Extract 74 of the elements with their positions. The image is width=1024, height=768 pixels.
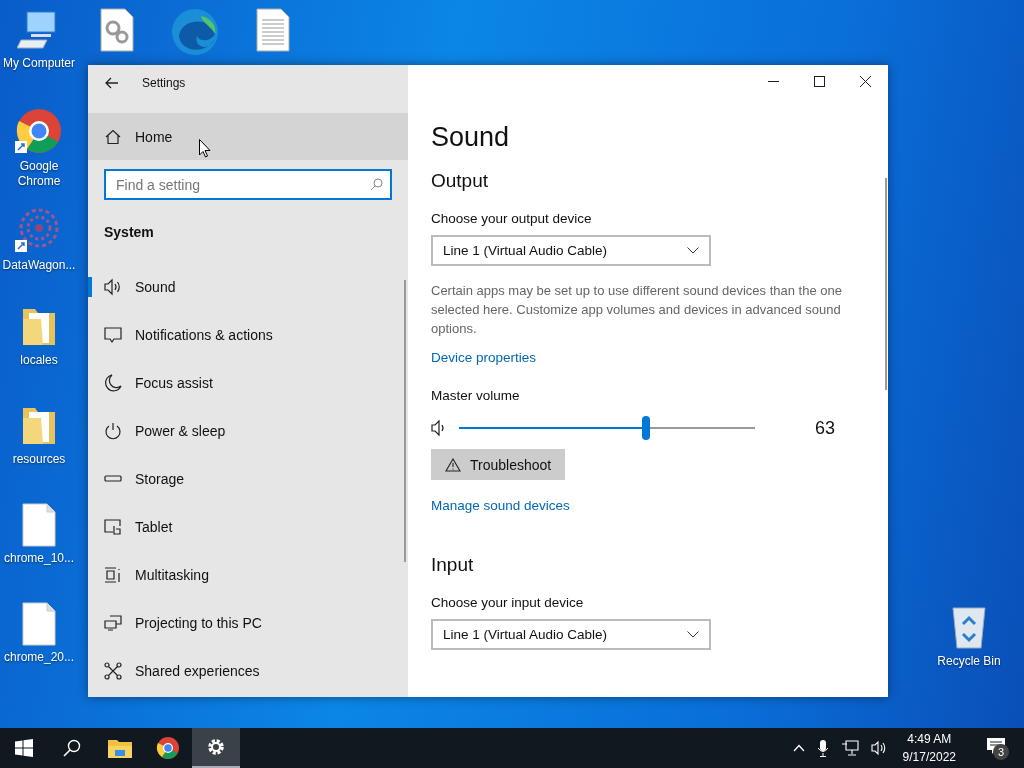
sidebar-item[interactable]: Shared experiences xyxy=(88,647,408,695)
desktop-icon-label[interactable]: Google Chrome xyxy=(0,159,78,189)
section-heading: System xyxy=(103,224,155,240)
monitors-icon xyxy=(104,614,122,632)
desktop-icon-label[interactable]: DataWagon... xyxy=(0,258,78,273)
gear-file-icon[interactable] xyxy=(99,8,135,52)
network-nodes-icon xyxy=(104,662,122,680)
field-label: Choose your input device xyxy=(431,595,584,610)
output-device-dropdown[interactable]: Line 1 (Virtual Audio Cable) xyxy=(431,235,711,266)
field-label: Choose your output device xyxy=(431,211,592,226)
slider-thumb[interactable] xyxy=(642,416,650,440)
folder-icon xyxy=(108,738,132,758)
sidebar-item[interactable]: Power & sleep xyxy=(88,407,408,455)
windows-logo-icon xyxy=(15,739,33,757)
sidebar-item[interactable]: Storage xyxy=(88,455,408,503)
maximize-icon xyxy=(813,75,825,87)
browser-icon[interactable] xyxy=(171,8,219,56)
sidebar-item[interactable]: Sound xyxy=(88,263,408,311)
gear-icon xyxy=(206,737,226,757)
desktop-icon-label[interactable]: resources xyxy=(0,452,78,467)
section-heading: Input xyxy=(431,553,474,577)
volume-value: 63 xyxy=(815,417,836,439)
home-nav-item[interactable]: Home xyxy=(88,113,408,160)
description-text: Certain apps may be set up to use different sound devices than the one selected here. Customize app volumes and devices in advanced sound options. xyxy=(431,282,843,338)
desktop-icon-label[interactable]: locales xyxy=(0,353,78,368)
multitasking-icon xyxy=(104,566,122,584)
device-properties-link[interactable]: Device properties xyxy=(431,350,537,365)
chevron-up-icon[interactable] xyxy=(792,744,805,752)
chrome-icon[interactable] xyxy=(15,107,63,155)
settings-taskbar-button[interactable] xyxy=(192,728,240,768)
sidebar-item[interactable]: Multitasking xyxy=(88,551,408,599)
window-title: Settings xyxy=(142,75,186,90)
field-label: Master volume xyxy=(431,388,520,403)
close-icon xyxy=(859,75,871,87)
page-title: Sound xyxy=(431,121,510,153)
volume-slider[interactable] xyxy=(457,416,757,440)
speaker-icon xyxy=(104,278,122,296)
desktop-icon-label[interactable]: chrome_20... xyxy=(0,650,78,665)
chevron-icon xyxy=(687,247,699,254)
sidebar-item[interactable]: Notifications & actions xyxy=(88,311,408,359)
network-icon[interactable] xyxy=(840,740,859,756)
desktop-icon-label[interactable]: chrome_10... xyxy=(0,551,78,566)
speech-bubble-icon xyxy=(104,326,122,344)
sidebar-item[interactable]: Focus assist xyxy=(88,359,408,407)
clock-time: 4:49 AM xyxy=(907,731,952,748)
recycle-bin-icon[interactable] xyxy=(949,604,989,650)
input-device-dropdown[interactable]: Line 1 (Virtual Audio Cable) xyxy=(431,619,711,650)
desktop-icon-label[interactable]: Recycle Bin xyxy=(930,654,1008,669)
home-icon xyxy=(105,128,121,145)
search-icon xyxy=(63,739,81,757)
clock[interactable]: 4:49 AM 9/17/2022 xyxy=(902,730,956,766)
notification-count-badge: 3 xyxy=(993,744,1009,760)
microphone-icon[interactable] xyxy=(816,739,829,757)
mouse-cursor-icon xyxy=(199,139,211,158)
desktop-icon-label[interactable]: My Computer xyxy=(0,56,78,71)
clock-date: 9/17/2022 xyxy=(902,749,956,766)
troubleshoot-button[interactable]: Troubleshoot xyxy=(431,449,566,480)
back-arrow-icon[interactable] xyxy=(105,76,119,89)
file-icon[interactable] xyxy=(21,602,57,646)
sidebar-item[interactable]: Projecting to this PC xyxy=(88,599,408,647)
sidebar-item[interactable]: Tablet xyxy=(88,503,408,551)
file-icon[interactable] xyxy=(21,503,57,547)
manage-devices-link[interactable]: Manage sound devices xyxy=(431,498,570,513)
chevron-icon xyxy=(687,631,699,638)
search-field[interactable]: Find a setting xyxy=(104,169,392,200)
warning-icon xyxy=(445,457,461,472)
search-icon xyxy=(370,178,383,191)
power-icon xyxy=(104,422,122,440)
moon-icon xyxy=(104,374,122,392)
section-heading: Output xyxy=(431,169,489,193)
text-file-icon[interactable] xyxy=(255,8,291,52)
chrome-icon xyxy=(156,736,180,760)
volume-icon[interactable] xyxy=(870,740,887,756)
tablet-icon xyxy=(104,518,122,536)
